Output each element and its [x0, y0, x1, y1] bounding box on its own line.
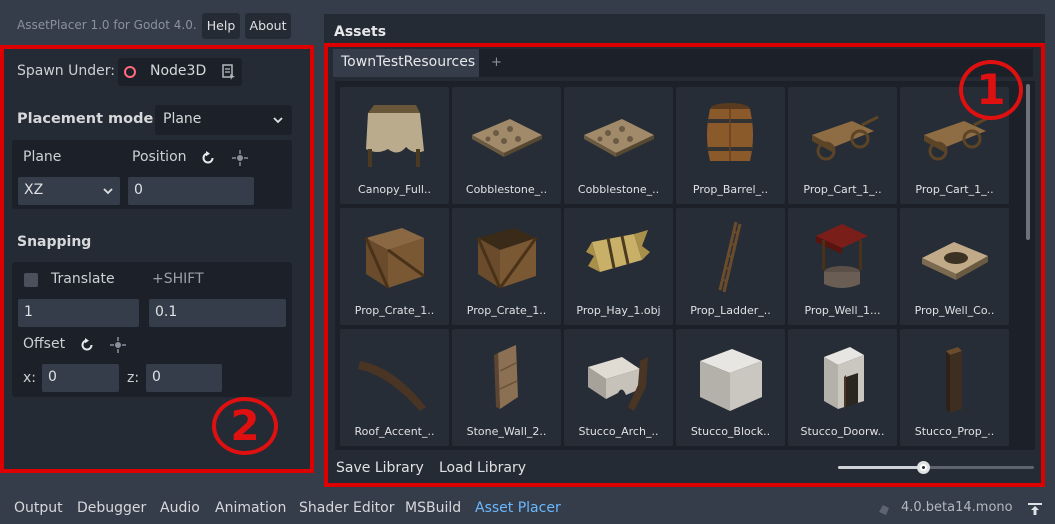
tab-msbuild[interactable]: MSBuild: [405, 500, 461, 516]
tab-asset-placer[interactable]: Asset Placer: [475, 500, 561, 516]
tab-shader-editor[interactable]: Shader Editor: [299, 500, 394, 516]
about-button[interactable]: About: [245, 13, 291, 39]
app-title: AssetPlacer 1.0 for Godot 4.0.: [17, 18, 197, 32]
tab-audio[interactable]: Audio: [160, 500, 200, 516]
tab-animation[interactable]: Animation: [215, 500, 286, 516]
update-spinner-icon: [879, 505, 889, 515]
tab-debugger[interactable]: Debugger: [77, 500, 146, 516]
assets-title: Assets: [334, 24, 387, 40]
expand-panel-icon[interactable]: [1027, 502, 1043, 516]
annotation-frame-right: [324, 43, 1045, 487]
annotation-circle-one: 1: [959, 60, 1023, 120]
tab-output[interactable]: Output: [14, 500, 63, 516]
annotation-circle-two: 2: [212, 397, 278, 455]
help-button[interactable]: Help: [202, 13, 240, 39]
engine-version: 4.0.beta14.mono: [901, 500, 1013, 515]
